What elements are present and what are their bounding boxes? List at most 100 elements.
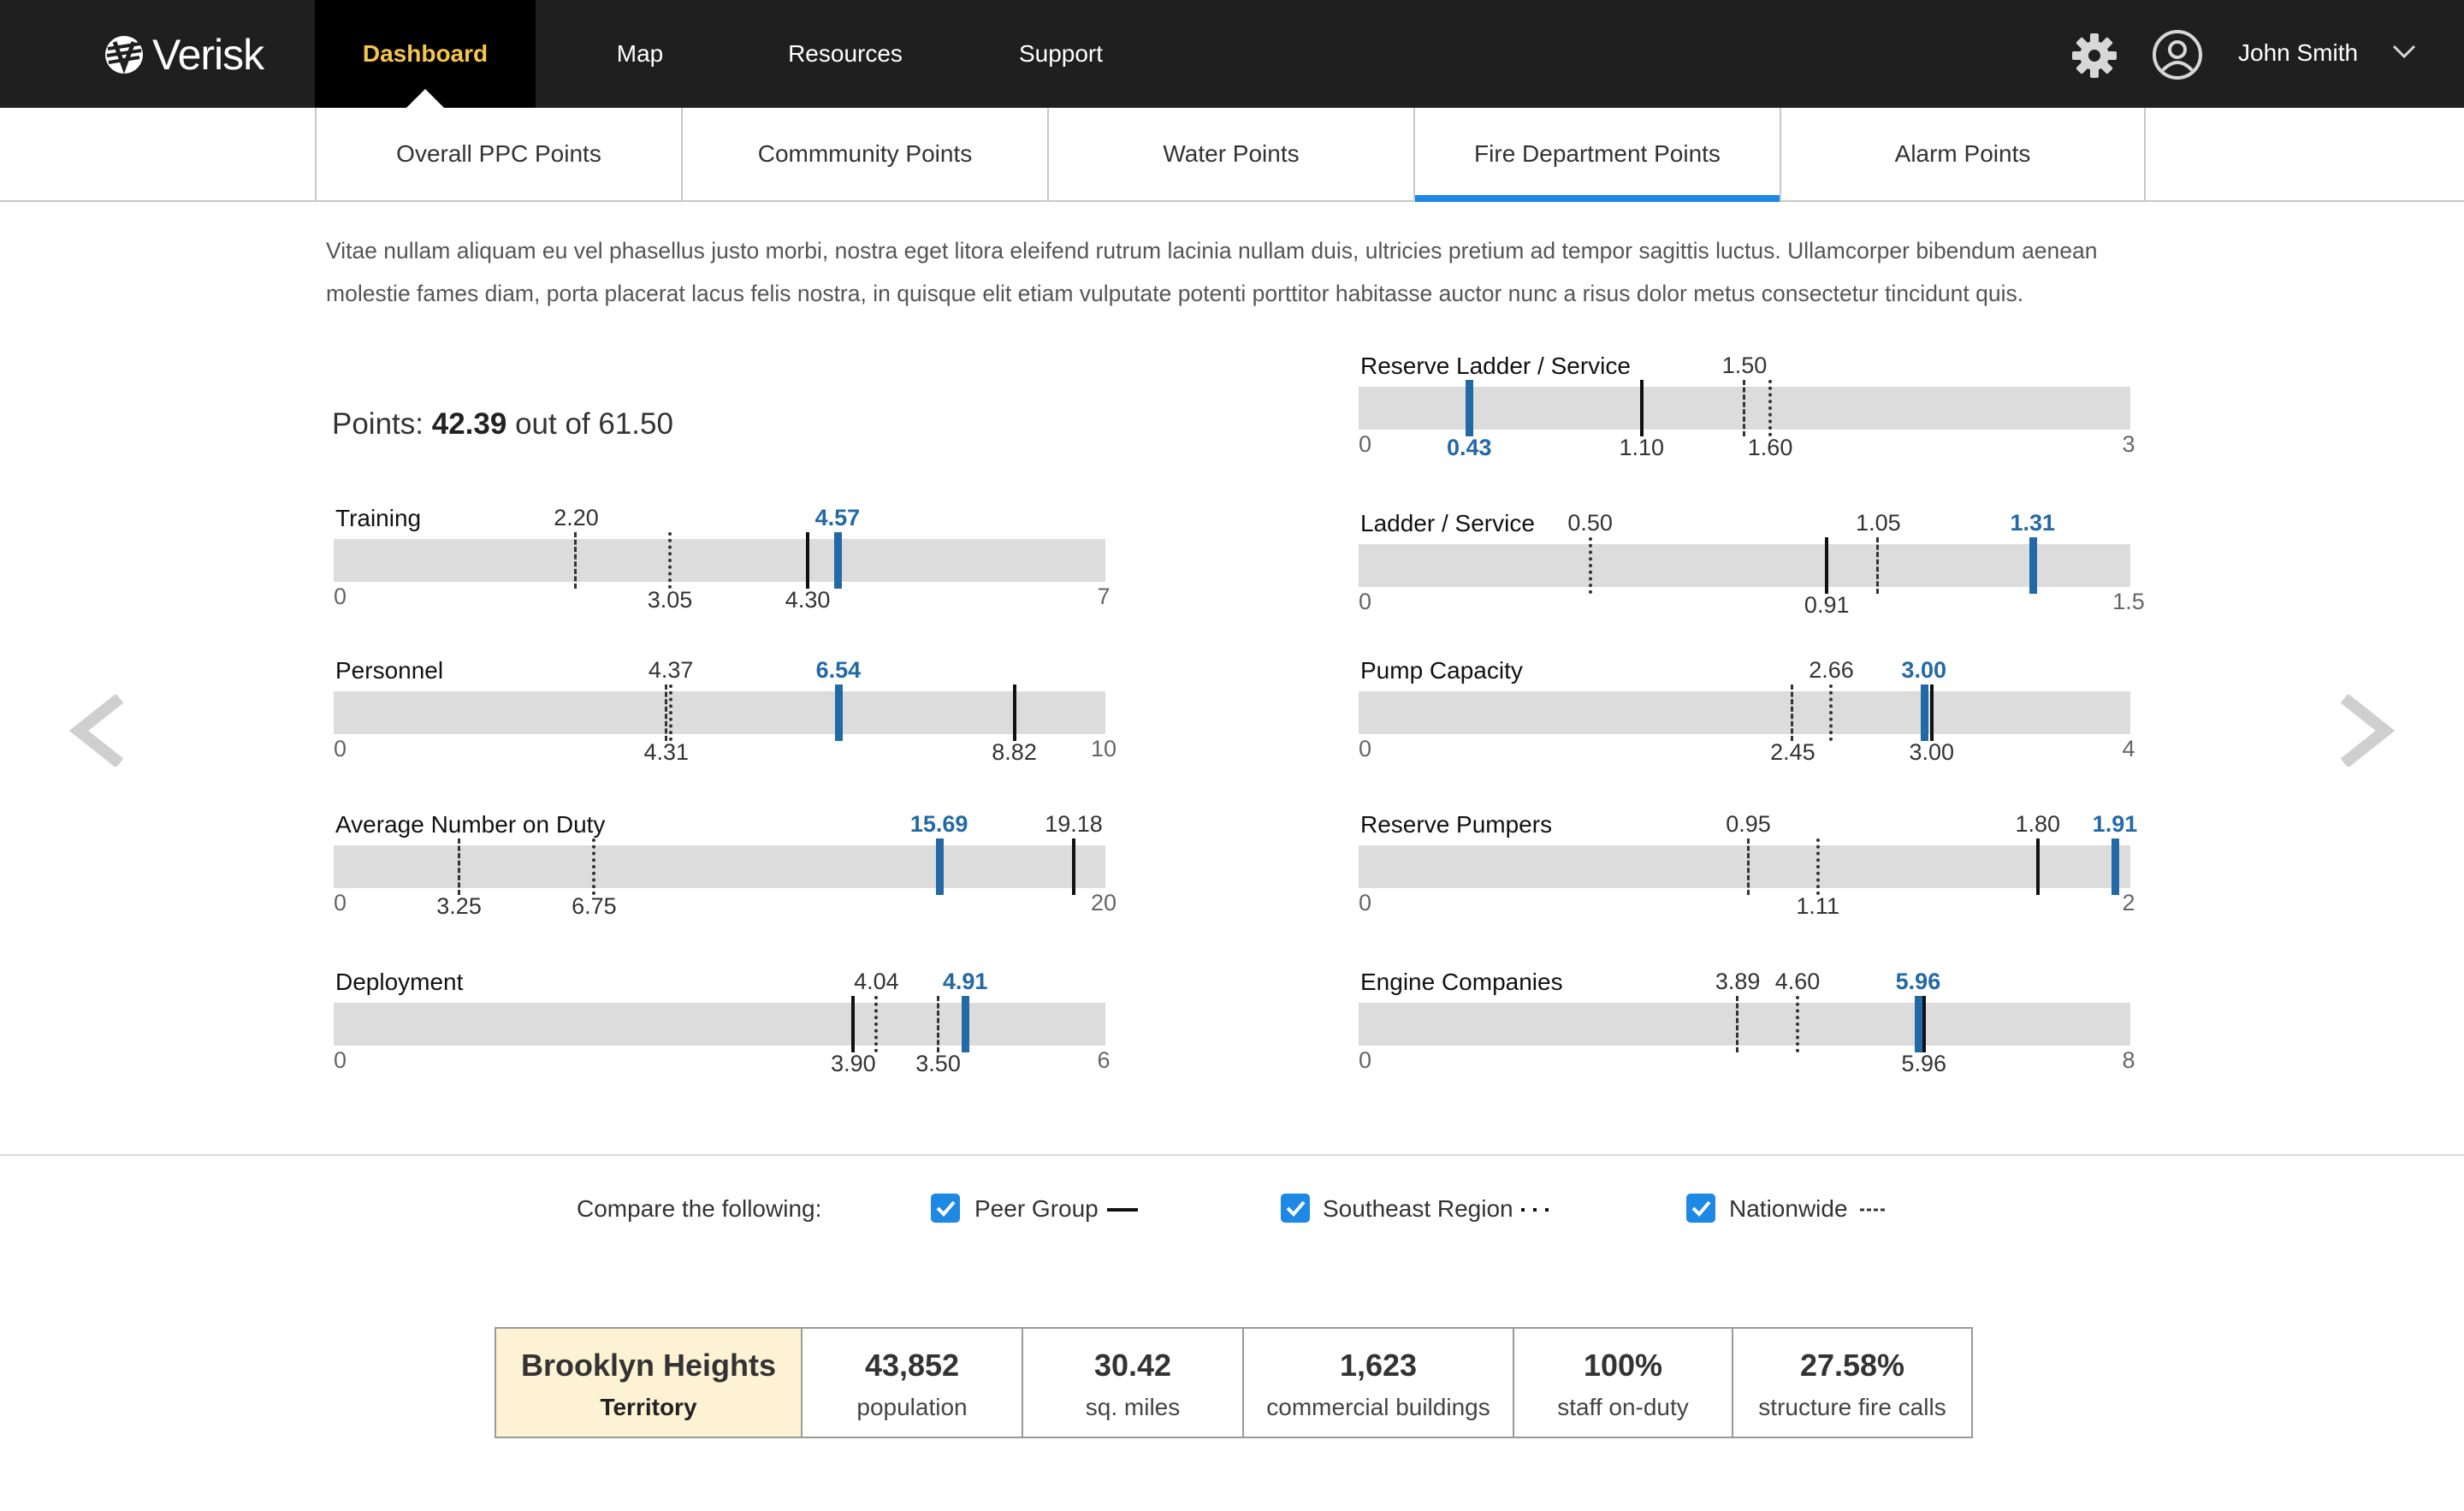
commercial-buildings-cell: 1,623 commercial buildings — [1242, 1329, 1513, 1437]
verisk-logo[interactable]: Verisk — [103, 31, 264, 79]
previous-arrow-icon[interactable] — [68, 695, 128, 767]
tab-label: Overall PPC Points — [396, 140, 601, 167]
territory-stats-table: Brooklyn Heights Territory 43,852 popula… — [495, 1327, 1973, 1438]
section-divider — [0, 1154, 2464, 1156]
points-total: out of 61.50 — [515, 407, 673, 441]
population-label: population — [856, 1394, 968, 1420]
peer-group-marker — [1639, 380, 1644, 436]
nationwide-marker — [1876, 537, 1880, 594]
next-arrow-icon[interactable] — [2336, 695, 2396, 767]
user-avatar-icon[interactable] — [2152, 29, 2203, 80]
southeast-region-marker — [874, 996, 879, 1052]
axis-max-label: 1.5 — [2112, 589, 2145, 614]
tab-label: Fire Department Points — [1474, 140, 1721, 167]
gear-icon[interactable] — [2071, 33, 2118, 79]
territory-cell: Brooklyn Heights Territory — [496, 1329, 801, 1437]
peer-group-value-label: 1.10 — [1619, 435, 1664, 460]
nationwide-value-label: 4.31 — [643, 739, 690, 765]
nav-map[interactable]: Map — [590, 0, 690, 108]
peer-group-marker — [806, 532, 810, 589]
score-marker — [834, 684, 843, 741]
population-cell: 43,852 population — [801, 1329, 1022, 1437]
tab-alarm-points[interactable]: Alarm Points — [1780, 108, 2146, 200]
axis-min-label: 0 — [1359, 589, 1372, 614]
nationwide-value-label: 2.45 — [1770, 739, 1815, 765]
structure-fire-calls-cell: 27.58% structure fire calls — [1732, 1329, 1971, 1437]
nationwide-checkbox[interactable] — [1686, 1194, 1715, 1223]
tab-community-points[interactable]: Commmunity Points — [681, 108, 1047, 200]
staff-on-duty-cell: 100% staff on-duty — [1513, 1329, 1732, 1437]
peer-group-label[interactable]: Peer Group — [974, 1195, 1099, 1223]
peer-group-checkbox[interactable] — [931, 1194, 960, 1223]
checkmark-icon — [1286, 1200, 1306, 1217]
axis-min-label: 0 — [334, 736, 347, 761]
peer-group-value-label: 8.82 — [992, 739, 1037, 765]
southeast-region-marker — [1768, 380, 1773, 436]
chevron-down-icon[interactable] — [2392, 43, 2416, 60]
nationwide-marker — [1746, 838, 1750, 895]
axis-min-label: 0 — [334, 584, 347, 609]
nationwide-value-label: 3.50 — [915, 1051, 961, 1076]
southeast-region-marker — [1588, 537, 1592, 594]
score-value-label: 1.91 — [2092, 811, 2138, 837]
tab-fire-department-points[interactable]: Fire Department Points — [1413, 108, 1780, 202]
southeast-region-value-label: 4.37 — [648, 657, 694, 683]
tab-water-points[interactable]: Water Points — [1047, 108, 1413, 200]
axis-max-label: 6 — [1097, 1047, 1111, 1073]
score-value-label: 5.96 — [1895, 969, 1941, 994]
peer-group-marker — [1825, 537, 1829, 594]
points-summary: Points: 42.39 out of 61.50 — [332, 407, 673, 441]
southeast-region-marker — [1796, 996, 1799, 1052]
peer-group-marker — [1929, 684, 1934, 741]
score-marker — [1920, 684, 1928, 741]
active-tab-underline — [1415, 195, 1780, 202]
score-value-label: 3.00 — [1901, 657, 1946, 683]
axis-max-label: 10 — [1090, 736, 1117, 761]
southeast-region-marker — [592, 838, 596, 895]
metric-average-number-on-duty: Average Number on Duty 3.25 6.75 19.18 15.69… — [334, 811, 1116, 919]
metric-label: Ladder / Service — [1360, 510, 1535, 536]
peer-group-marker — [2035, 838, 2040, 895]
southeast-region-value-label: 4.04 — [854, 969, 899, 994]
southeast-region-checkbox[interactable] — [1281, 1194, 1310, 1223]
score-value-label: 6.54 — [815, 657, 862, 683]
peer-group-value-label: 19.18 — [1045, 811, 1103, 837]
score-marker — [1914, 996, 1922, 1052]
axis-min-label: 0 — [1359, 1047, 1372, 1073]
score-marker — [1466, 380, 1474, 436]
nationwide-value-label: 1.05 — [1856, 510, 1901, 536]
tab-label: Alarm Points — [1894, 140, 2031, 167]
nationwide-marker — [574, 532, 578, 589]
points-prefix: Points: — [332, 407, 424, 441]
metric-track — [1359, 1003, 2130, 1046]
territory-label: Territory — [600, 1394, 697, 1420]
axis-max-label: 3 — [2122, 431, 2135, 457]
southeast-region-value-label: 2.66 — [1809, 657, 1854, 683]
nationwide-value-label: 1.50 — [1721, 353, 1768, 378]
verisk-logo-icon — [105, 36, 143, 74]
peer-group-value-label: 1.80 — [2015, 811, 2061, 837]
nationwide-label[interactable]: Nationwide — [1729, 1195, 1848, 1223]
metric-track — [334, 539, 1105, 582]
nav-support[interactable]: Support — [1001, 0, 1121, 108]
commercial-buildings-value: 1,623 — [1339, 1348, 1418, 1383]
nav-resources[interactable]: Resources — [770, 0, 921, 108]
southeast-region-value-label: 1.60 — [1747, 435, 1793, 460]
intro-paragraph: Vitae nullam aliquam eu vel phasellus ju… — [326, 238, 2098, 306]
southeast-region-value-label: 3.05 — [647, 587, 693, 613]
nationwide-marker — [457, 838, 460, 895]
axis-max-label: 7 — [1097, 584, 1111, 609]
nav-dashboard[interactable]: Dashboard — [315, 0, 536, 108]
tab-overall-ppc-points[interactable]: Overall PPC Points — [315, 108, 681, 200]
territory-name: Brooklyn Heights — [520, 1348, 777, 1383]
score-marker — [2111, 838, 2119, 895]
nav-support-label: Support — [1018, 40, 1104, 67]
southeast-region-label[interactable]: Southeast Region — [1323, 1195, 1513, 1223]
score-marker — [935, 838, 944, 895]
southeast-region-value-label: 0.50 — [1567, 510, 1613, 536]
nationwide-marker — [936, 996, 939, 1052]
user-name[interactable]: John Smith — [2238, 39, 2358, 67]
axis-min-label: 0 — [334, 890, 347, 915]
points-tab-bar: Overall PPC Points Commmunity Points Wat… — [0, 108, 2464, 202]
southeast-region-value-label: 4.60 — [1774, 969, 1821, 994]
